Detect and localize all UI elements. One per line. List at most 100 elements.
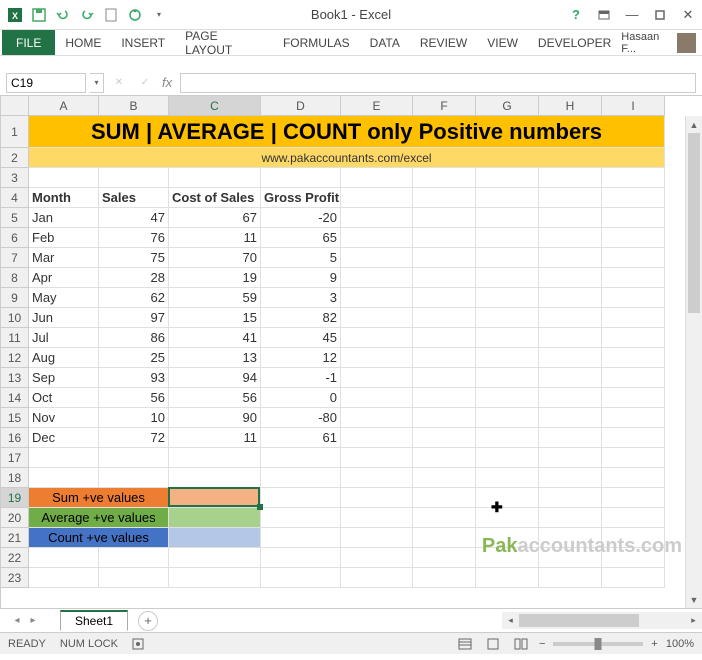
cell-C9[interactable]: 59 [169, 288, 261, 308]
row-header-22[interactable]: 22 [1, 548, 29, 568]
row-header-23[interactable]: 23 [1, 568, 29, 588]
cell-H9[interactable] [539, 288, 602, 308]
cell-E18[interactable] [341, 468, 413, 488]
cell-I3[interactable] [602, 168, 665, 188]
cell-A22[interactable] [29, 548, 99, 568]
sheet-nav-next[interactable]: ▸ [26, 615, 40, 626]
row-header-17[interactable]: 17 [1, 448, 29, 468]
cell-A10[interactable]: Jun [29, 308, 99, 328]
cell-B6[interactable]: 76 [99, 228, 169, 248]
cell-A2[interactable]: www.pakaccountants.com/excel [29, 148, 665, 168]
cell-C22[interactable] [169, 548, 261, 568]
cell-D8[interactable]: 9 [261, 268, 341, 288]
cell-A3[interactable] [29, 168, 99, 188]
cell-D17[interactable] [261, 448, 341, 468]
enter-formula-icon[interactable]: ✓ [134, 73, 156, 93]
cell-F5[interactable] [413, 208, 476, 228]
cell-C20[interactable] [169, 508, 261, 528]
cell-F17[interactable] [413, 448, 476, 468]
cell-A4[interactable]: Month [29, 188, 99, 208]
cell-B11[interactable]: 86 [99, 328, 169, 348]
row-header-12[interactable]: 12 [1, 348, 29, 368]
sheet-nav-prev[interactable]: ◂ [10, 615, 24, 626]
cell-E19[interactable] [341, 488, 413, 508]
cell-F13[interactable] [413, 368, 476, 388]
row-header-1[interactable]: 1 [1, 116, 29, 148]
help-button[interactable]: ? [562, 4, 590, 26]
add-sheet-button[interactable]: + [138, 611, 158, 631]
cell-E10[interactable] [341, 308, 413, 328]
zoom-out-button[interactable]: − [539, 638, 545, 650]
cell-E17[interactable] [341, 448, 413, 468]
row-header-13[interactable]: 13 [1, 368, 29, 388]
hscroll-left[interactable]: ◂ [502, 615, 519, 626]
cell-D21[interactable] [261, 528, 341, 548]
cell-F22[interactable] [413, 548, 476, 568]
cell-D4[interactable]: Gross Profit [261, 188, 341, 208]
cell-F8[interactable] [413, 268, 476, 288]
row-header-19[interactable]: 19 [1, 488, 29, 508]
cell-C10[interactable]: 15 [169, 308, 261, 328]
row-header-16[interactable]: 16 [1, 428, 29, 448]
row-header-11[interactable]: 11 [1, 328, 29, 348]
cell-A8[interactable]: Apr [29, 268, 99, 288]
cell-F7[interactable] [413, 248, 476, 268]
cell-G9[interactable] [476, 288, 539, 308]
tab-developer[interactable]: DEVELOPER [528, 30, 621, 55]
cell-C7[interactable]: 70 [169, 248, 261, 268]
cell-I12[interactable] [602, 348, 665, 368]
macro-record-icon[interactable] [132, 638, 144, 650]
cell-E22[interactable] [341, 548, 413, 568]
row-header-14[interactable]: 14 [1, 388, 29, 408]
cell-I15[interactable] [602, 408, 665, 428]
cancel-formula-icon[interactable]: ✕ [108, 73, 130, 93]
cell-G21[interactable] [476, 528, 539, 548]
row-header-5[interactable]: 5 [1, 208, 29, 228]
close-button[interactable]: ✕ [674, 4, 702, 26]
cell-C13[interactable]: 94 [169, 368, 261, 388]
cell-F20[interactable] [413, 508, 476, 528]
cell-B15[interactable]: 10 [99, 408, 169, 428]
cell-A20[interactable]: Average +ve values [29, 508, 169, 528]
cell-G22[interactable] [476, 548, 539, 568]
minimize-button[interactable]: — [618, 4, 646, 26]
tab-formulas[interactable]: FORMULAS [273, 30, 360, 55]
cell-G3[interactable] [476, 168, 539, 188]
cell-B18[interactable] [99, 468, 169, 488]
fx-icon[interactable]: fx [162, 75, 172, 90]
cell-C17[interactable] [169, 448, 261, 468]
cell-B23[interactable] [99, 568, 169, 588]
cell-E21[interactable] [341, 528, 413, 548]
tab-data[interactable]: DATA [360, 30, 410, 55]
zoom-handle[interactable] [595, 638, 602, 650]
cell-G16[interactable] [476, 428, 539, 448]
row-header-18[interactable]: 18 [1, 468, 29, 488]
cell-A5[interactable]: Jan [29, 208, 99, 228]
cell-I11[interactable] [602, 328, 665, 348]
cell-F14[interactable] [413, 388, 476, 408]
cell-D12[interactable]: 12 [261, 348, 341, 368]
cell-I19[interactable] [602, 488, 665, 508]
tab-view[interactable]: VIEW [477, 30, 528, 55]
cell-E13[interactable] [341, 368, 413, 388]
cell-H10[interactable] [539, 308, 602, 328]
name-box[interactable]: C19 [6, 73, 86, 93]
row-header-8[interactable]: 8 [1, 268, 29, 288]
tab-page-layout[interactable]: PAGE LAYOUT [175, 30, 273, 55]
cell-C18[interactable] [169, 468, 261, 488]
col-header-B[interactable]: B [99, 96, 169, 116]
cell-F4[interactable] [413, 188, 476, 208]
cell-G19[interactable] [476, 488, 539, 508]
cell-B10[interactable]: 97 [99, 308, 169, 328]
vertical-scrollbar[interactable]: ▲ ▼ [685, 116, 702, 608]
cell-I16[interactable] [602, 428, 665, 448]
cell-E20[interactable] [341, 508, 413, 528]
cell-I13[interactable] [602, 368, 665, 388]
cell-D20[interactable] [261, 508, 341, 528]
cell-H12[interactable] [539, 348, 602, 368]
cell-A16[interactable]: Dec [29, 428, 99, 448]
cell-E7[interactable] [341, 248, 413, 268]
cell-D22[interactable] [261, 548, 341, 568]
cell-H5[interactable] [539, 208, 602, 228]
cell-H3[interactable] [539, 168, 602, 188]
